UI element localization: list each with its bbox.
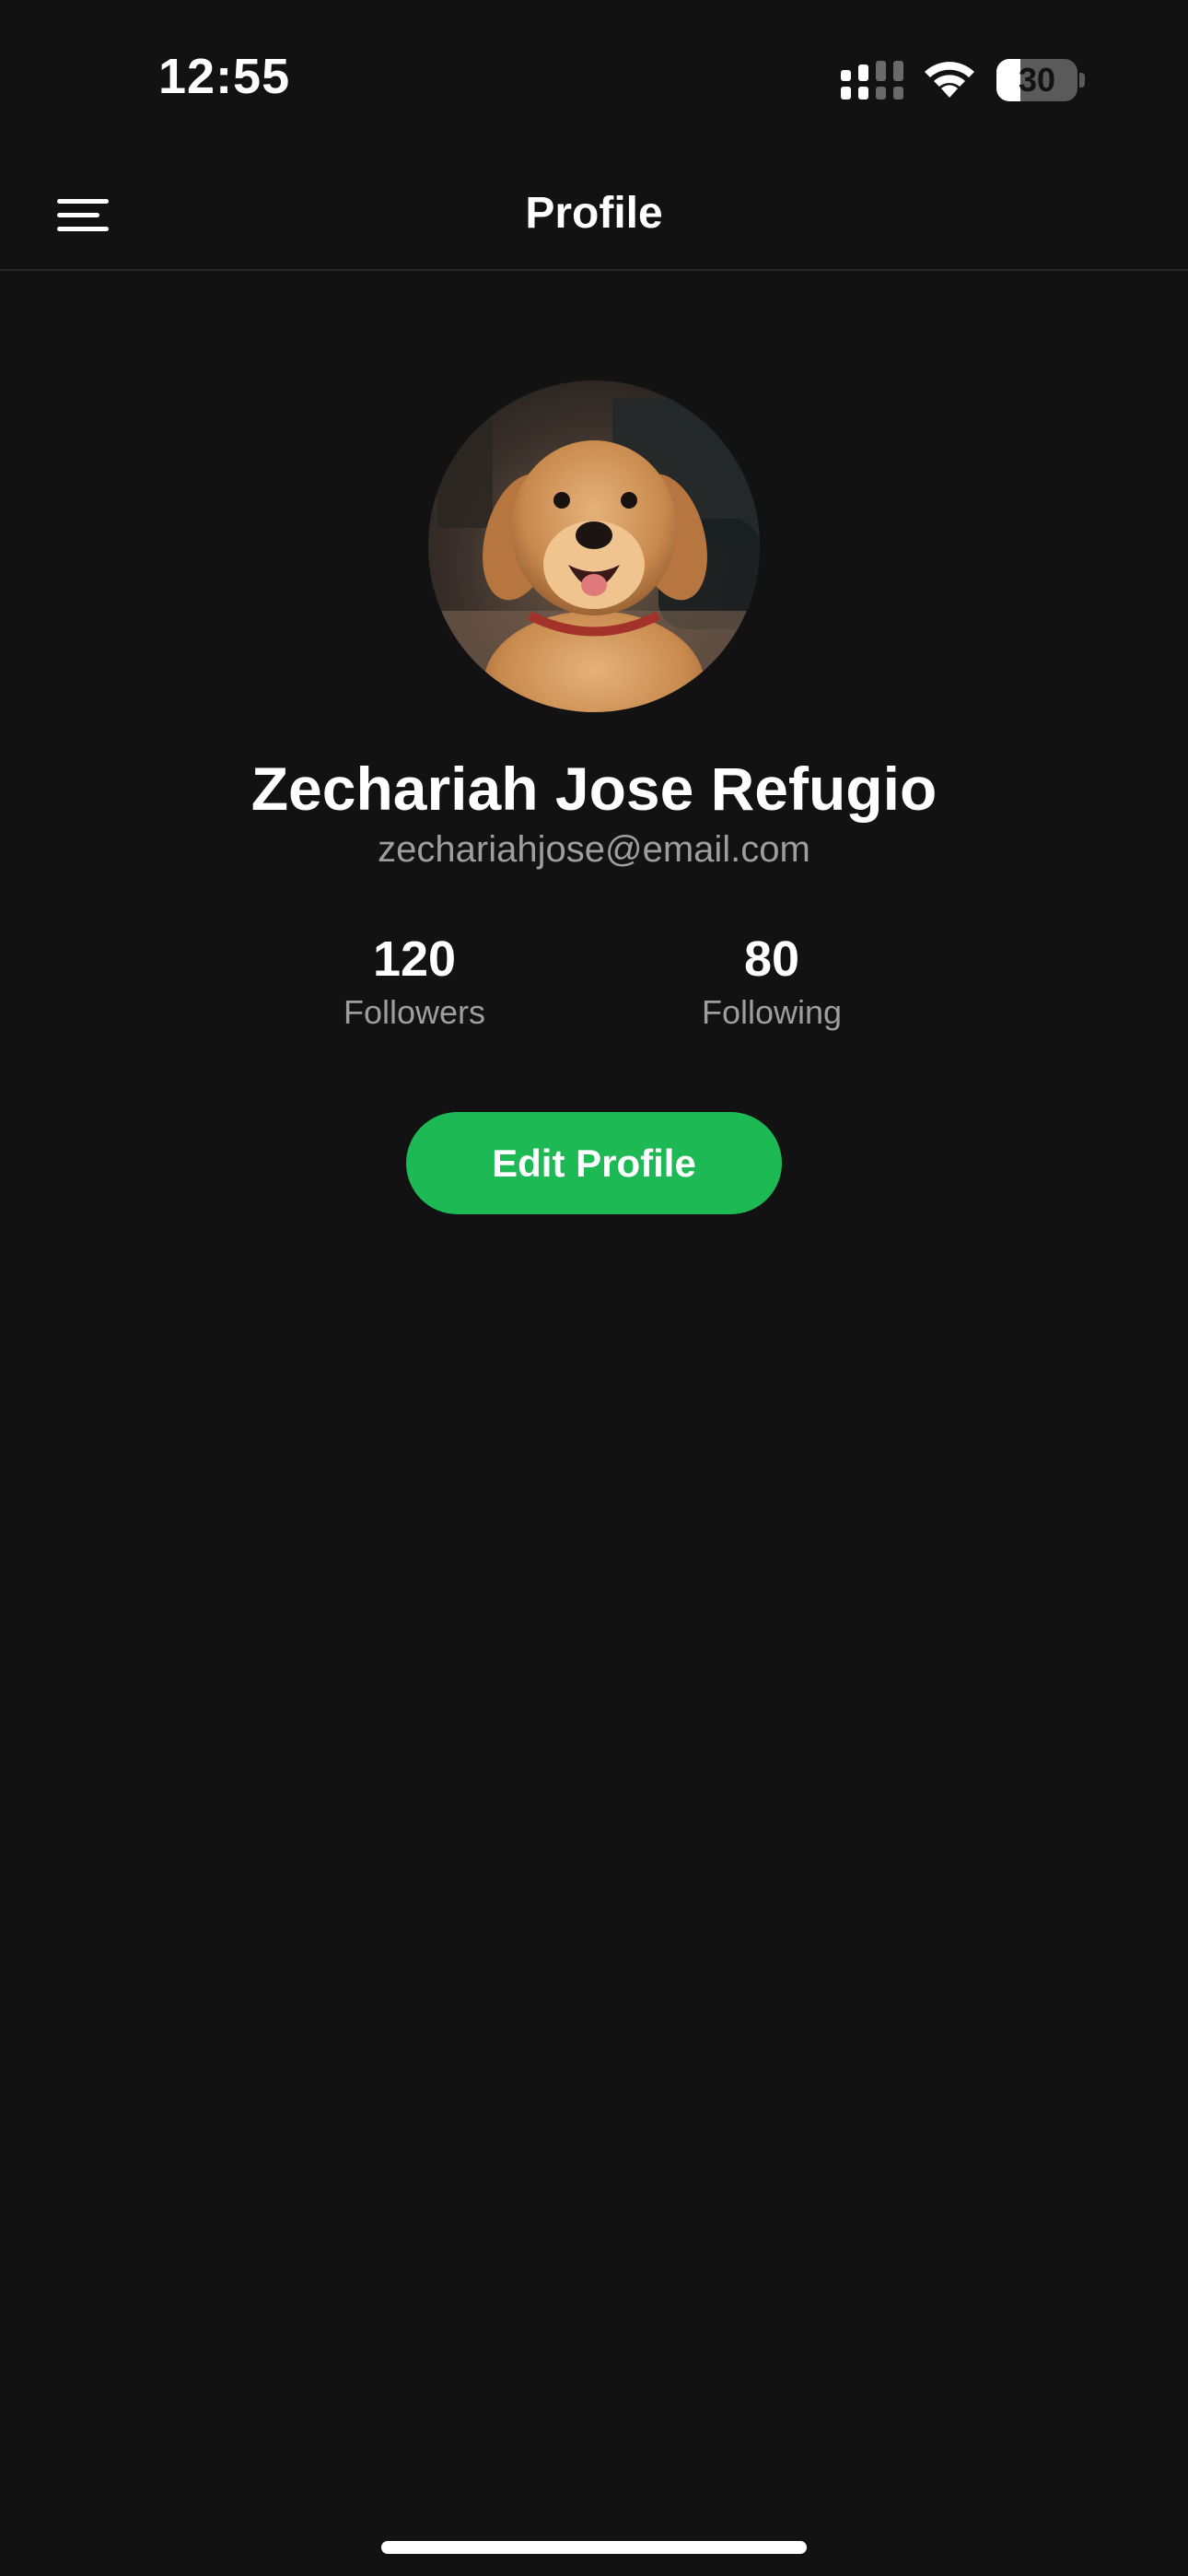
profile-name: Zechariah Jose Refugio [250, 755, 938, 823]
nav-header: Profile [0, 157, 1188, 271]
cellular-signal-icon [841, 61, 903, 100]
wifi-icon [925, 62, 974, 98]
followers-stat[interactable]: 120 Followers [276, 929, 553, 1036]
following-count: 80 [743, 931, 800, 987]
battery-indicator: 30 [996, 59, 1085, 101]
profile-email: zechariahjose@email.com [378, 829, 810, 870]
status-time: 12:55 [158, 49, 291, 104]
edit-profile-button[interactable]: Edit Profile [406, 1112, 782, 1214]
following-label: Following [701, 993, 843, 1031]
battery-level: 30 [1018, 61, 1056, 99]
home-indicator[interactable] [381, 2541, 807, 2554]
following-stat[interactable]: 80 Following [634, 929, 910, 1036]
status-bar: 12:55 30 [0, 0, 1188, 157]
profile-screen: 12:55 30 Profile Zechariah Jose Refugio … [0, 0, 1188, 2576]
followers-label: Followers [343, 993, 486, 1031]
hamburger-menu-icon [57, 199, 109, 232]
menu-button[interactable] [46, 184, 120, 243]
followers-count: 120 [372, 931, 457, 987]
profile-avatar[interactable] [428, 381, 760, 712]
page-title: Profile [525, 189, 663, 238]
dog-photo-icon [428, 381, 760, 712]
